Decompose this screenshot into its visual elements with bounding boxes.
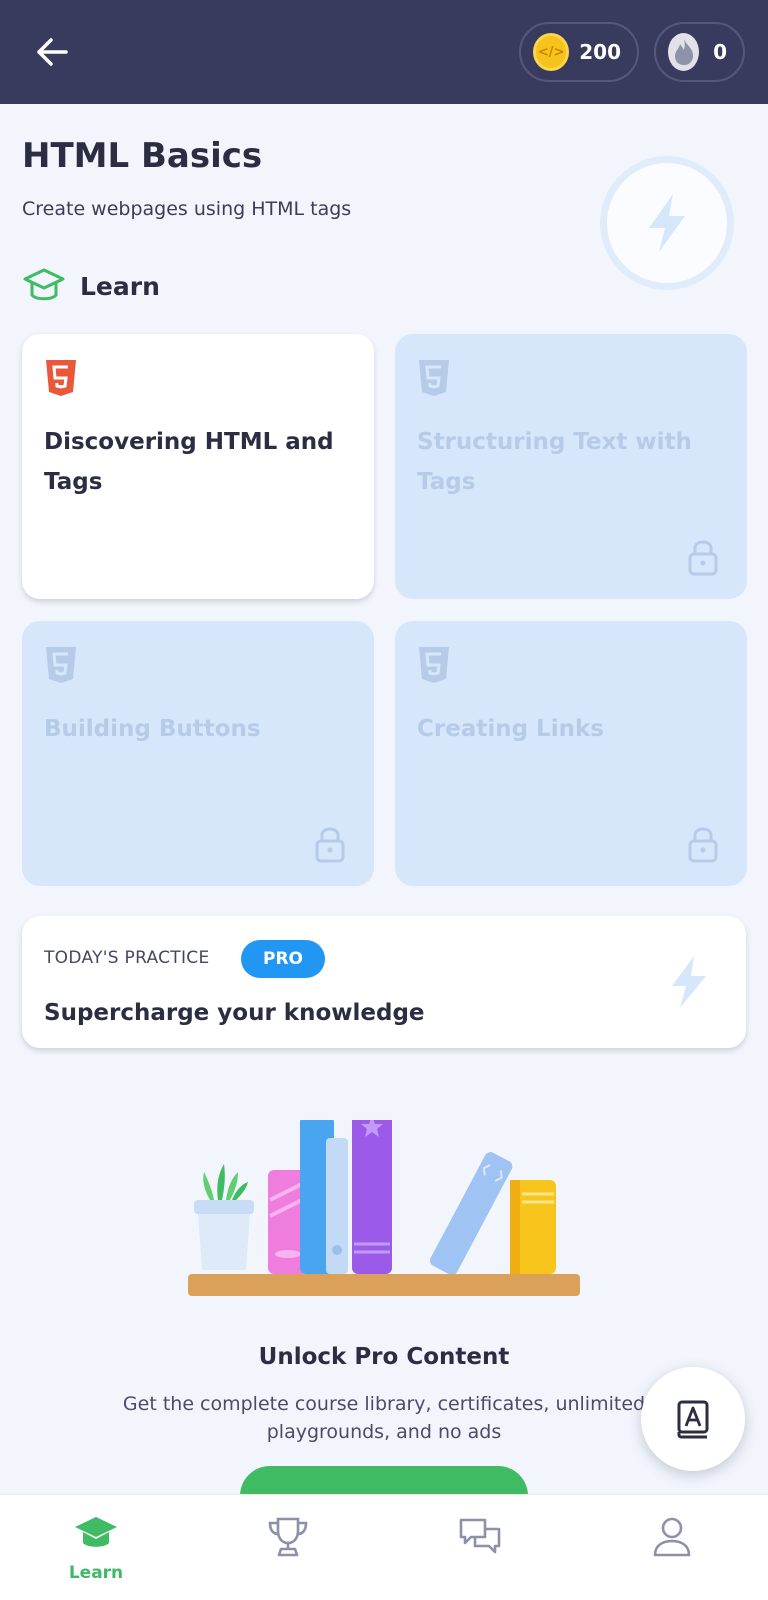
coins-value: 200 xyxy=(579,40,621,64)
coins-counter[interactable]: </> 200 xyxy=(519,22,639,82)
lesson-card-discovering-html[interactable]: Discovering HTML and Tags xyxy=(22,334,374,599)
lesson-card-building-buttons[interactable]: Building Buttons xyxy=(22,621,374,886)
bookshelf-illustration xyxy=(188,1120,580,1296)
lesson-title: Building Buttons xyxy=(44,716,261,742)
html5-icon xyxy=(419,360,449,396)
lesson-title: Structuring Text with Tags xyxy=(417,429,692,495)
lesson-card-creating-links[interactable]: Creating Links xyxy=(395,621,747,886)
graduation-cap-icon xyxy=(75,1517,117,1547)
graduation-cap-icon xyxy=(23,268,65,301)
lightning-icon xyxy=(649,194,685,252)
html5-icon xyxy=(46,647,76,683)
pro-badge: PRO xyxy=(241,940,325,978)
promo-title: Unlock Pro Content xyxy=(258,1344,510,1370)
streak-value: 0 xyxy=(713,40,727,64)
glossary-button[interactable] xyxy=(641,1367,745,1471)
lock-icon xyxy=(315,827,345,863)
learn-section-header: Learn xyxy=(22,266,160,306)
course-subtitle: Create webpages using HTML tags xyxy=(22,198,352,220)
nav-label-learn: Learn xyxy=(68,1563,124,1583)
streak-counter[interactable]: 0 xyxy=(654,22,745,82)
lock-icon xyxy=(688,827,718,863)
nav-item-leaderboard[interactable] xyxy=(192,1495,384,1600)
back-button[interactable] xyxy=(30,30,74,74)
trophy-icon xyxy=(268,1517,308,1557)
practice-headline: Supercharge your knowledge xyxy=(44,1000,425,1026)
practice-kicker: TODAY'S PRACTICE xyxy=(44,948,210,968)
lock-icon xyxy=(688,540,718,576)
nav-item-learn[interactable]: Learn xyxy=(0,1495,192,1600)
course-progress-ring xyxy=(600,156,734,290)
arrow-left-icon xyxy=(37,38,68,66)
section-label: Learn xyxy=(80,271,160,301)
course-title: HTML Basics xyxy=(22,136,263,176)
html5-icon xyxy=(46,360,76,396)
nav-item-profile[interactable] xyxy=(576,1495,768,1600)
book-letter-icon xyxy=(677,1400,709,1439)
lesson-title: Creating Links xyxy=(417,716,604,742)
profile-icon xyxy=(653,1517,691,1557)
top-bar: </> 200 0 xyxy=(0,0,768,104)
promo-description: Get the complete course library, certifi… xyxy=(122,1393,646,1443)
lightning-icon xyxy=(672,956,706,1008)
bottom-nav: Learn xyxy=(0,1494,768,1600)
flame-icon xyxy=(668,33,700,71)
lesson-card-structuring-text[interactable]: Structuring Text with Tags xyxy=(395,334,747,599)
nav-item-community[interactable] xyxy=(384,1495,576,1600)
lesson-title: Discovering HTML and Tags xyxy=(44,429,334,495)
coin-icon: </> xyxy=(533,33,570,71)
chat-bubbles-icon xyxy=(459,1518,501,1554)
todays-practice-card[interactable]: TODAY'S PRACTICE PRO Supercharge your kn… xyxy=(22,916,746,1048)
html5-icon xyxy=(419,647,449,683)
